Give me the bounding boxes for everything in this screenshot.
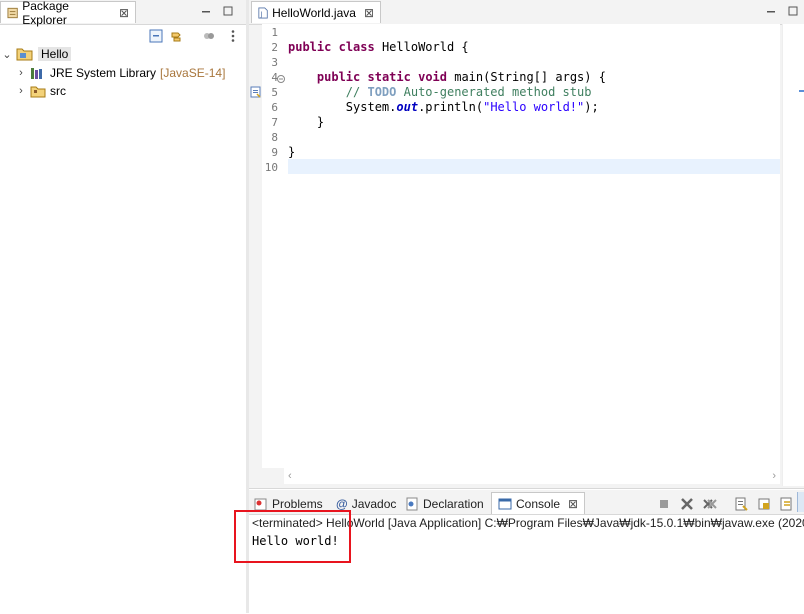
line-number: 4 xyxy=(271,71,278,84)
line-number: 2 xyxy=(271,41,278,54)
code-line-7: } xyxy=(288,115,324,129)
filters-icon[interactable] xyxy=(202,29,216,43)
close-icon[interactable]: ⊠ xyxy=(364,6,374,20)
line-number: 7 xyxy=(271,116,278,129)
code-text: System. xyxy=(345,100,397,114)
console-view-menu[interactable] xyxy=(797,492,804,512)
keyword: public xyxy=(288,40,332,54)
ruler-marker[interactable] xyxy=(799,90,804,92)
view-menu-icon[interactable] xyxy=(226,29,240,43)
remove-all-terminated-icon[interactable] xyxy=(703,497,717,511)
task-marker-icon[interactable] xyxy=(250,86,262,98)
src-label: src xyxy=(50,84,66,98)
comment: // xyxy=(345,85,368,99)
javadoc-icon: @ xyxy=(336,497,348,511)
line-number: 3 xyxy=(271,56,278,69)
tree-item-src[interactable]: › src xyxy=(16,82,66,100)
problems-icon xyxy=(254,498,267,511)
line-number: 10 xyxy=(264,161,278,174)
collapse-all-icon[interactable] xyxy=(149,29,163,43)
declaration-icon xyxy=(406,497,418,511)
scroll-right-icon[interactable]: › xyxy=(772,470,776,482)
clear-console-icon[interactable] xyxy=(734,497,748,511)
code-line-2: public class HelloWorld { xyxy=(288,40,469,54)
project-label: Hello xyxy=(38,47,72,61)
code-text: ); xyxy=(584,100,599,114)
line-number: 9 xyxy=(271,146,278,159)
jre-label: JRE System Library xyxy=(50,66,157,80)
highlight-box xyxy=(234,510,351,563)
word-wrap-icon[interactable] xyxy=(780,497,794,511)
line-number-gutter: 1 2 3 4 5 6 7 8 9 10 xyxy=(262,24,284,468)
code-text: HelloWorld { xyxy=(374,40,469,54)
package-explorer-tabbar: Package Explorer ⊠ xyxy=(0,0,246,27)
source-folder-icon xyxy=(30,86,46,98)
chevron-right-icon[interactable]: › xyxy=(16,85,26,97)
remove-launch-icon[interactable] xyxy=(680,497,694,511)
close-icon[interactable]: ⊠ xyxy=(119,6,129,20)
static-field: out xyxy=(396,100,419,114)
fold-collapse-icon[interactable] xyxy=(277,72,285,83)
package-explorer-icon xyxy=(7,7,18,18)
current-line-highlight xyxy=(288,159,780,174)
chevron-right-icon[interactable]: › xyxy=(16,67,26,79)
string-literal: "Hello world!" xyxy=(483,100,585,114)
java-project-icon xyxy=(16,48,33,61)
code-text: } xyxy=(316,115,325,129)
jre-version: [JavaSE-14] xyxy=(160,66,226,80)
tab-console[interactable]: Console ⊠ xyxy=(491,492,586,514)
overview-ruler[interactable] xyxy=(782,24,804,486)
console-label: Console xyxy=(516,496,561,511)
javadoc-label: Javadoc xyxy=(351,497,397,511)
tree-item-project-hello[interactable]: ⌄ Hello xyxy=(2,45,72,63)
code-line-4: public static void main(String[] args) { xyxy=(288,70,606,84)
link-with-editor-icon[interactable] xyxy=(170,29,184,43)
minimize-icon[interactable] xyxy=(200,5,212,17)
horizontal-scrollbar[interactable]: ‹ › xyxy=(284,468,780,484)
terminate-icon[interactable] xyxy=(657,497,671,511)
scroll-lock-icon[interactable] xyxy=(757,497,771,511)
code-line-5: // TODO Auto-generated method stub xyxy=(288,85,592,99)
line-number: 1 xyxy=(271,26,278,39)
package-explorer-panel: Package Explorer ⊠ ⌄ Hello › JRE System … xyxy=(0,0,246,613)
line-number: 6 xyxy=(271,101,278,114)
todo-tag: TODO xyxy=(367,85,397,99)
library-icon xyxy=(31,68,42,79)
keyword: static xyxy=(367,70,411,84)
code-line-6: System.out.println("Hello world!"); xyxy=(288,100,599,114)
tab-package-explorer[interactable]: Package Explorer ⊠ xyxy=(0,0,136,27)
maximize-icon[interactable] xyxy=(787,5,799,17)
maximize-icon[interactable] xyxy=(222,5,234,17)
keyword: class xyxy=(338,40,375,54)
minimize-icon[interactable] xyxy=(765,5,777,17)
editor-tabbar: J HelloWorld.java ⊠ xyxy=(249,0,804,25)
keyword: public xyxy=(316,70,361,84)
tree-item-jre-library[interactable]: › JRE System Library [JavaSE-14] xyxy=(16,64,225,82)
console-icon xyxy=(498,498,512,509)
code-text: } xyxy=(288,145,296,159)
code-text: main(String[] args) { xyxy=(447,70,606,84)
close-icon[interactable]: ⊠ xyxy=(568,497,578,511)
problems-label: Problems xyxy=(272,497,323,511)
code-text: .println( xyxy=(418,100,484,114)
line-number: 8 xyxy=(271,131,278,144)
code-line-9: } xyxy=(288,145,295,159)
keyword: void xyxy=(418,70,447,84)
chevron-down-icon[interactable]: ⌄ xyxy=(2,48,12,61)
declaration-label: Declaration xyxy=(423,497,484,511)
svg-text:J: J xyxy=(260,10,263,18)
tab-helloworld-java[interactable]: J HelloWorld.java ⊠ xyxy=(251,1,381,23)
package-explorer-title: Package Explorer xyxy=(22,0,69,27)
scroll-left-icon[interactable]: ‹ xyxy=(288,470,292,482)
editor-tab-label: HelloWorld.java xyxy=(272,5,356,20)
java-file-icon: J xyxy=(258,7,268,18)
comment: Auto-generated method stub xyxy=(396,85,592,99)
tab-declaration[interactable]: Declaration xyxy=(405,494,484,514)
